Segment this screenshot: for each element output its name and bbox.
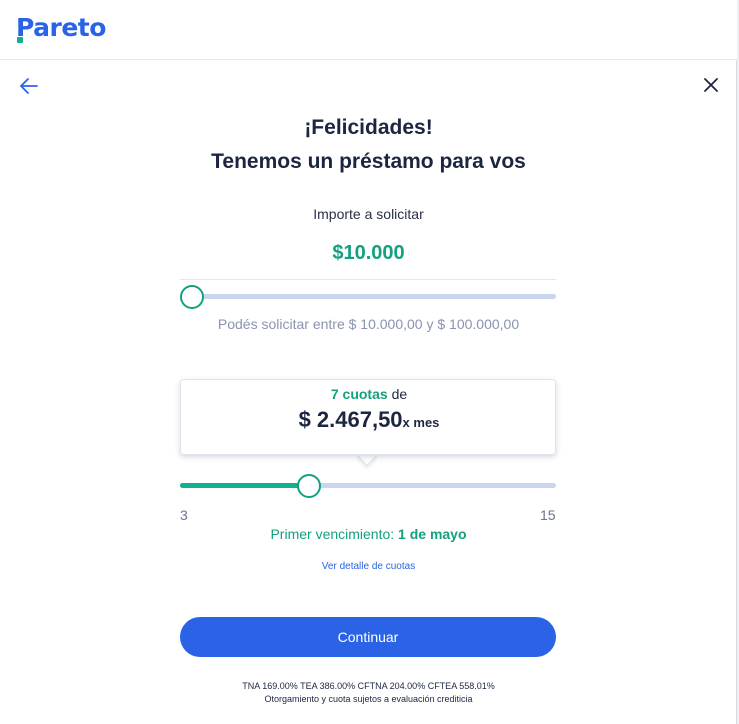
continue-button[interactable]: Continuar	[180, 617, 556, 657]
installments-slider-thumb[interactable]	[297, 474, 322, 498]
amount-label: Importe a solicitar	[313, 206, 424, 222]
installment-amount-line: $ 2.467,50x mes	[181, 407, 557, 433]
logo-dot	[17, 37, 23, 43]
amount-slider-track[interactable]	[180, 294, 556, 299]
installment-connector: de	[391, 386, 408, 402]
installments-min-label: 3	[180, 507, 188, 523]
legal-disclaimer: Otorgamiento y cuota sujetos a evaluació…	[264, 694, 473, 704]
logo-text: Pareto	[16, 13, 106, 42]
installment-count-line: 7 cuotas de	[181, 386, 557, 402]
legal-rates: TNA 169.00% TEA 386.00% CFTNA 204.00% CF…	[242, 681, 495, 691]
first-due-label: Primer vencimiento:	[270, 526, 395, 542]
offer-subtitle: Tenemos un préstamo para vos	[211, 150, 526, 173]
pareto-logo: Pareto	[16, 13, 106, 43]
installments-slider-fill	[180, 483, 310, 488]
amount-value: $10.000	[332, 242, 405, 264]
installment-quote-card: 7 cuotas de $ 2.467,50x mes	[180, 379, 556, 455]
header: Pareto	[0, 0, 737, 60]
first-due-value: 1 de mayo	[398, 526, 467, 542]
installment-period: x mes	[402, 415, 440, 430]
installments-slider-track[interactable]	[180, 483, 556, 488]
amount-slider-thumb[interactable]	[180, 285, 204, 309]
arrow-left-icon	[20, 78, 38, 94]
close-icon	[704, 78, 718, 92]
close-button[interactable]	[700, 74, 722, 96]
amount-range-hint: Podés solicitar entre $ 10.000,00 y $ 10…	[217, 316, 520, 332]
amount-divider	[180, 279, 556, 280]
installment-detail-link[interactable]: Ver detalle de cuotas	[0, 561, 737, 572]
installment-count: 7 cuotas	[330, 386, 388, 402]
back-button[interactable]	[18, 75, 40, 97]
loan-offer-window: Pareto ¡Felicidades! Tenemos un préstamo…	[0, 0, 737, 724]
installments-max-label: 15	[540, 507, 556, 523]
congrats-title: ¡Felicidades!	[304, 116, 433, 139]
first-due-date: Primer vencimiento: 1 de mayo	[0, 526, 737, 542]
installment-amount: $ 2.467,50	[298, 407, 403, 432]
